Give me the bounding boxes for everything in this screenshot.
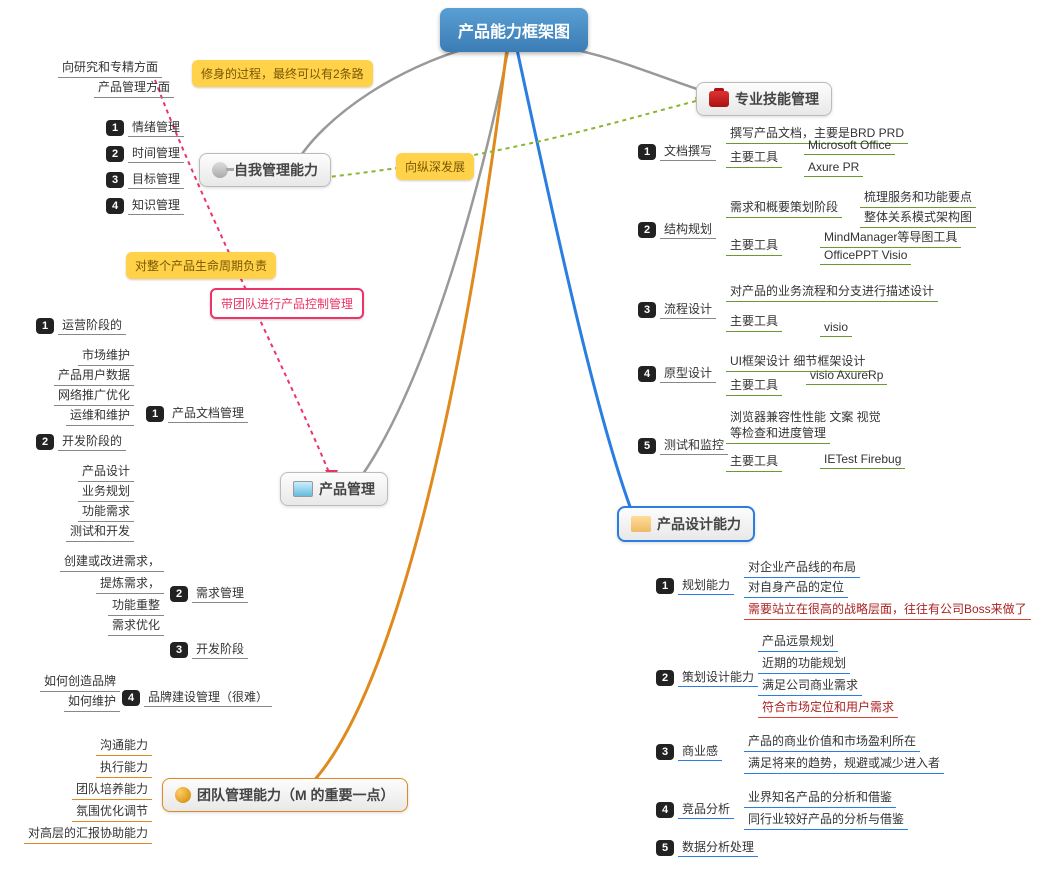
prod-m2d: 需求优化 (108, 614, 164, 636)
self-item-4[interactable]: 4知识管理 (106, 196, 184, 214)
prod-p2b: 业务规划 (78, 480, 134, 502)
prof-2b1: MindManager等导图工具 (820, 226, 961, 248)
prod-p2[interactable]: 2开发阶段的 (36, 432, 126, 450)
self-item-3[interactable]: 3目标管理 (106, 170, 184, 188)
branch-professional-skills[interactable]: 专业技能管理 (696, 82, 832, 116)
prof-2a: 需求和概要策划阶段 (726, 196, 842, 218)
callout-2: 向纵深发展 (396, 153, 474, 180)
branch-prod-label: 产品管理 (319, 479, 375, 499)
prof-3b: 主要工具 (726, 310, 782, 332)
prof-2b2: OfficePPT Visio (820, 246, 911, 265)
callout-3: 对整个产品生命周期负责 (126, 252, 276, 279)
prod-m1[interactable]: 1产品文档管理 (146, 404, 248, 422)
prof-1b2: Axure PR (804, 158, 863, 177)
team-1: 沟通能力 (96, 734, 152, 756)
prod-m2c: 功能重整 (108, 594, 164, 616)
prof-item-3[interactable]: 3流程设计 (638, 300, 716, 318)
prod-p1b: 产品用户数据 (54, 364, 134, 386)
prod-p1[interactable]: 1运营阶段的 (36, 316, 126, 334)
prof-2a1: 梳理服务和功能要点 (860, 186, 976, 208)
prof-5b1: IETest Firebug (820, 450, 905, 469)
prod-p2c: 功能需求 (78, 500, 134, 522)
prof-4b1: visio AxureRp (806, 366, 887, 385)
prod-m2[interactable]: 2需求管理 (170, 584, 248, 602)
prof-item-1[interactable]: 1文档撰写 (638, 142, 716, 160)
prof-3b1: visio (820, 318, 852, 337)
design-1b: 对自身产品的定位 (744, 576, 848, 598)
branch-team-management[interactable]: 团队管理能力（M 的重要一点） (162, 778, 408, 812)
prod-m3[interactable]: 3开发阶段 (170, 640, 248, 658)
team-3: 团队培养能力 (72, 778, 152, 800)
prod-m4[interactable]: 4品牌建设管理（很难） (122, 688, 272, 706)
design-2a: 产品远景规划 (758, 630, 838, 652)
prof-item-4[interactable]: 4原型设计 (638, 364, 716, 382)
prof-3a: 对产品的业务流程和分支进行描述设计 (726, 280, 938, 302)
root-node[interactable]: 产品能力框架图 (440, 8, 588, 52)
callout-4: 带团队进行产品控制管理 (210, 288, 364, 319)
branch-team-label: 团队管理能力（M 的重要一点） (197, 785, 395, 805)
branch-design-label: 产品设计能力 (657, 514, 741, 534)
team-5: 对高层的汇报协助能力 (24, 822, 152, 844)
prof-1b: 主要工具 (726, 146, 782, 168)
design-3b: 满足将来的趋势，规避或减少进入者 (744, 752, 944, 774)
prod-m2b: 提炼需求， (96, 572, 164, 594)
toolbox-icon (709, 91, 729, 107)
prod-p2d: 测试和开发 (66, 520, 134, 542)
branch-product-design[interactable]: 产品设计能力 (617, 506, 755, 542)
design-1[interactable]: 1规划能力 (656, 576, 734, 594)
branch-self-management[interactable]: 自我管理能力 (199, 153, 331, 187)
design-2c: 满足公司商业需求 (758, 674, 862, 696)
prof-item-2[interactable]: 2结构规划 (638, 220, 716, 238)
prof-2b: 主要工具 (726, 234, 782, 256)
self-tip-1: 向研究和专精方面 (58, 56, 162, 78)
design-2[interactable]: 2策划设计能力 (656, 668, 758, 686)
branch-self-label: 自我管理能力 (234, 160, 318, 180)
folder-icon (631, 516, 651, 532)
picture-icon (293, 481, 313, 497)
self-tip-2: 产品管理方面 (94, 76, 174, 98)
self-item-2[interactable]: 2时间管理 (106, 144, 184, 162)
design-4a: 业界知名产品的分析和借鉴 (744, 786, 896, 808)
design-1a: 对企业产品线的布局 (744, 556, 860, 578)
prod-p2a: 产品设计 (78, 460, 134, 482)
design-4[interactable]: 4竞品分析 (656, 800, 734, 818)
prof-2a2: 整体关系模式架构图 (860, 206, 976, 228)
team-2: 执行能力 (96, 756, 152, 778)
prod-p1a: 市场维护 (78, 344, 134, 366)
root-label: 产品能力框架图 (458, 24, 570, 41)
self-item-1[interactable]: 1情绪管理 (106, 118, 184, 136)
prod-p1c: 网络推广优化 (54, 384, 134, 406)
design-5[interactable]: 5数据分析处理 (656, 838, 758, 856)
design-2d: 符合市场定位和用户需求 (758, 696, 898, 718)
callout-1: 修身的过程，最终可以有2条路 (192, 60, 373, 87)
prof-5a2: 等检查和进度管理 (726, 422, 830, 444)
prod-m4a: 如何创造品牌 (40, 670, 120, 692)
design-2b: 近期的功能规划 (758, 652, 850, 674)
keys-icon (212, 162, 228, 178)
prof-1b1: Microsoft Office (804, 136, 895, 155)
prod-m4b: 如何维护 (64, 690, 120, 712)
prod-p1d: 运维和维护 (66, 404, 134, 426)
design-4b: 同行业较好产品的分析与借鉴 (744, 808, 908, 830)
prof-item-5[interactable]: 5测试和监控 (638, 436, 728, 454)
team-4: 氛围优化调节 (72, 800, 152, 822)
branch-product-management[interactable]: 产品管理 (280, 472, 388, 506)
design-1c: 需要站立在很高的战略层面，往往有公司Boss来做了 (744, 598, 1031, 620)
prof-4b: 主要工具 (726, 374, 782, 396)
prod-m2a: 创建或改进需求， (60, 550, 164, 572)
people-icon (175, 787, 191, 803)
design-3[interactable]: 3商业感 (656, 742, 722, 760)
branch-label: 专业技能管理 (735, 89, 819, 109)
design-3a: 产品的商业价值和市场盈利所在 (744, 730, 920, 752)
prof-5b: 主要工具 (726, 450, 782, 472)
